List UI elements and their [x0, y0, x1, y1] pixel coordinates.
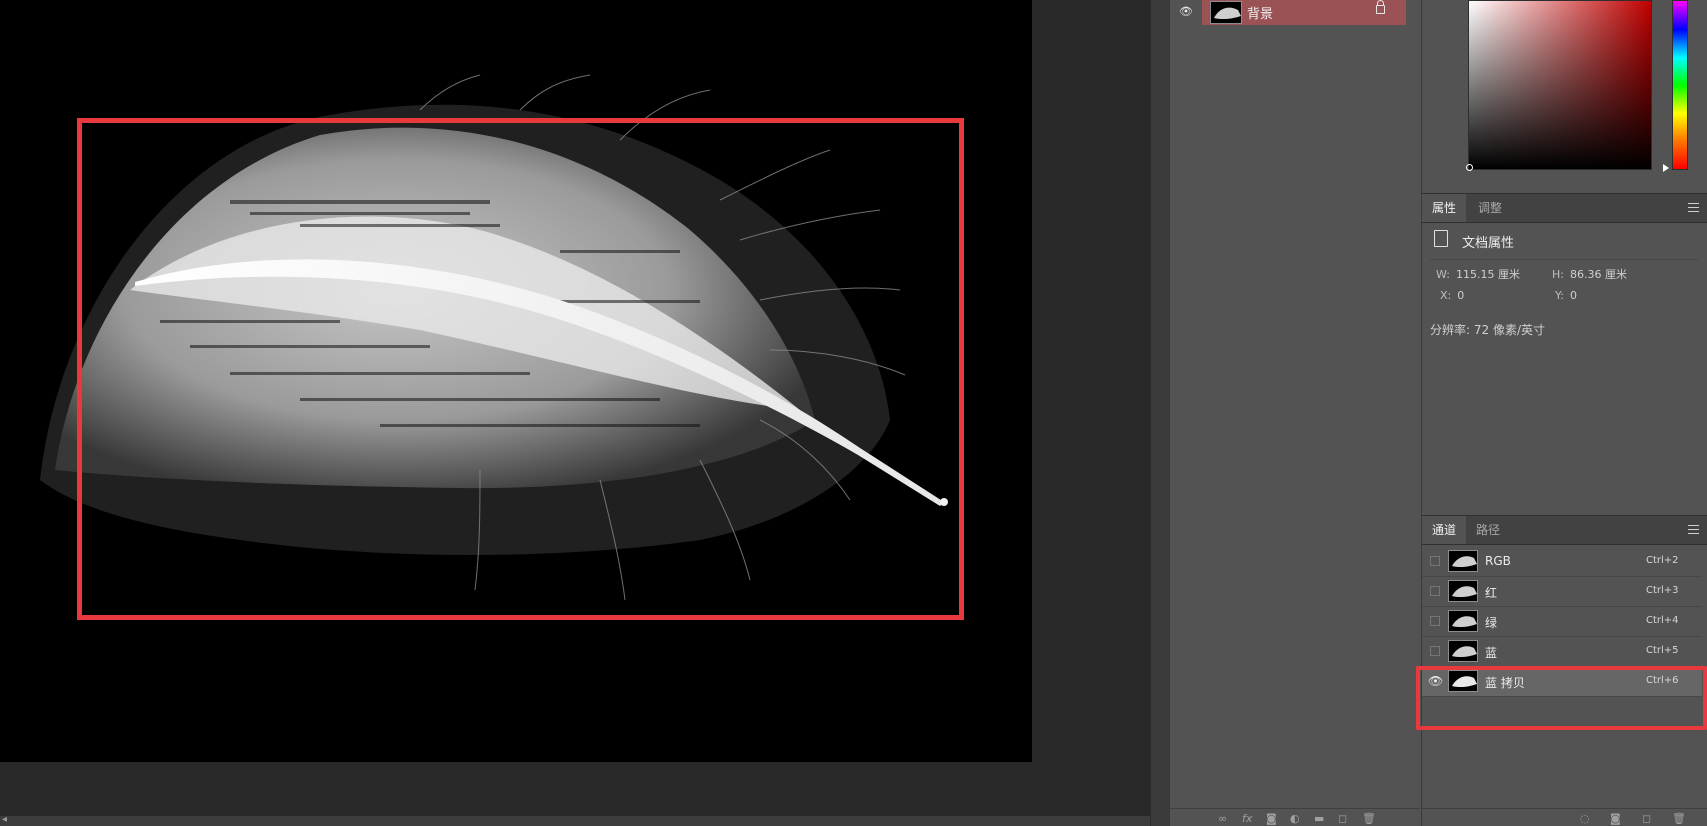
- color-picker-cursor[interactable]: [1466, 164, 1473, 171]
- panel-menu-icon[interactable]: [1688, 525, 1699, 534]
- width-prop: W: 115.15 厘米: [1436, 266, 1520, 282]
- channels-tabbar: 通道 路径: [1422, 515, 1707, 545]
- visibility-toggle[interactable]: [1430, 556, 1440, 566]
- hue-pointer-icon[interactable]: [1663, 164, 1669, 172]
- trash-icon[interactable]: 🗑: [1362, 812, 1376, 825]
- tab-channels[interactable]: 通道: [1422, 516, 1467, 544]
- canvas-workspace: ◂: [0, 0, 1150, 826]
- height-label: H:: [1552, 268, 1564, 281]
- lock-icon: [1376, 0, 1385, 14]
- channel-name: 绿: [1485, 616, 1498, 630]
- mask-icon[interactable]: ◙: [1266, 812, 1277, 825]
- channel-shortcut: Ctrl+5: [1646, 645, 1679, 656]
- channel-row-green[interactable]: 绿 Ctrl+4: [1422, 607, 1702, 637]
- vertical-scrollbar[interactable]: [1150, 0, 1169, 826]
- tab-adjustments[interactable]: 调整: [1468, 194, 1512, 222]
- channel-row-blue[interactable]: 蓝 Ctrl+5: [1422, 637, 1702, 667]
- channel-row-rgb[interactable]: RGB Ctrl+2: [1422, 547, 1702, 577]
- channel-name: 蓝: [1485, 646, 1498, 660]
- y-prop: Y: 0: [1555, 289, 1577, 302]
- fx-icon[interactable]: fx: [1242, 812, 1252, 825]
- adjustment-icon[interactable]: ◐: [1290, 812, 1300, 825]
- channel-row-red[interactable]: 红 Ctrl+3: [1422, 577, 1702, 607]
- tab-paths[interactable]: 路径: [1466, 516, 1510, 544]
- channel-name: RGB: [1485, 554, 1511, 568]
- layers-footer: ∞ fx ◙ ◐ ▬ ◻ 🗑: [1170, 808, 1420, 826]
- color-field[interactable]: [1468, 0, 1652, 170]
- layer-name: 背景: [1247, 7, 1274, 22]
- properties-divider: [1430, 259, 1698, 260]
- visibility-toggle[interactable]: [1430, 646, 1440, 656]
- document-properties-label: 文档属性: [1462, 236, 1515, 251]
- tab-properties[interactable]: 属性: [1422, 194, 1467, 222]
- horizontal-scrollbar[interactable]: ◂: [0, 814, 1150, 826]
- layer-row-background[interactable]: 👁 背景: [1170, 0, 1420, 26]
- new-channel-icon[interactable]: ◻: [1642, 812, 1651, 825]
- width-label: W:: [1436, 268, 1450, 281]
- eye-icon[interactable]: 👁: [1178, 6, 1194, 18]
- layers-panel: 👁 背景 ∞ fx ◙ ◐ ▬ ◻ 🗑: [1169, 0, 1421, 826]
- scroll-left-icon[interactable]: ◂: [2, 814, 7, 825]
- x-value: 0: [1457, 289, 1465, 302]
- load-selection-icon[interactable]: ◌: [1580, 812, 1590, 825]
- resolution-text: 分辨率: 72 像素/英寸: [1430, 323, 1545, 337]
- link-icon[interactable]: ∞: [1218, 812, 1227, 825]
- visibility-toggle[interactable]: [1430, 586, 1440, 596]
- y-value: 0: [1569, 289, 1577, 302]
- hue-slider[interactable]: [1672, 0, 1688, 170]
- panel-menu-icon[interactable]: [1688, 203, 1699, 212]
- layer-thumbnail: [1210, 1, 1242, 24]
- channel-shortcut: Ctrl+2: [1646, 555, 1679, 566]
- height-value: 86.36 厘米: [1569, 268, 1627, 281]
- delete-channel-icon[interactable]: 🗑: [1672, 812, 1686, 825]
- document-canvas[interactable]: [0, 0, 1032, 762]
- folder-icon[interactable]: ▬: [1314, 812, 1324, 825]
- photoshop-window: ◂ 👁 背景 ∞ fx ◙ ◐ ▬ ◻ 🗑 属性 调整 文档属性 W: 115.…: [0, 0, 1707, 826]
- properties-tabbar: 属性 调整: [1422, 193, 1707, 223]
- channel-shortcut: Ctrl+4: [1646, 615, 1679, 626]
- height-prop: H: 86.36 厘米: [1552, 266, 1627, 282]
- channel-thumbnail: [1448, 550, 1478, 572]
- new-layer-icon[interactable]: ◻: [1338, 812, 1347, 825]
- channel-thumbnail: [1448, 610, 1478, 632]
- channel-thumbnail: [1448, 640, 1478, 662]
- save-selection-icon[interactable]: ◙: [1610, 812, 1621, 825]
- channel-name: 红: [1485, 586, 1498, 600]
- x-label: X:: [1440, 289, 1452, 302]
- channel-thumbnail: [1448, 580, 1478, 602]
- width-value: 115.15 厘米: [1455, 268, 1520, 281]
- x-prop: X: 0: [1440, 289, 1464, 302]
- channel-shortcut: Ctrl+3: [1646, 585, 1679, 596]
- y-label: Y:: [1555, 289, 1564, 302]
- document-icon: [1434, 230, 1448, 247]
- visibility-toggle[interactable]: [1430, 616, 1440, 626]
- channel-highlight-box: [1416, 666, 1707, 730]
- channels-footer: ◌ ◙ ◻ 🗑: [1422, 808, 1707, 826]
- canvas-highlight-box: [77, 118, 964, 620]
